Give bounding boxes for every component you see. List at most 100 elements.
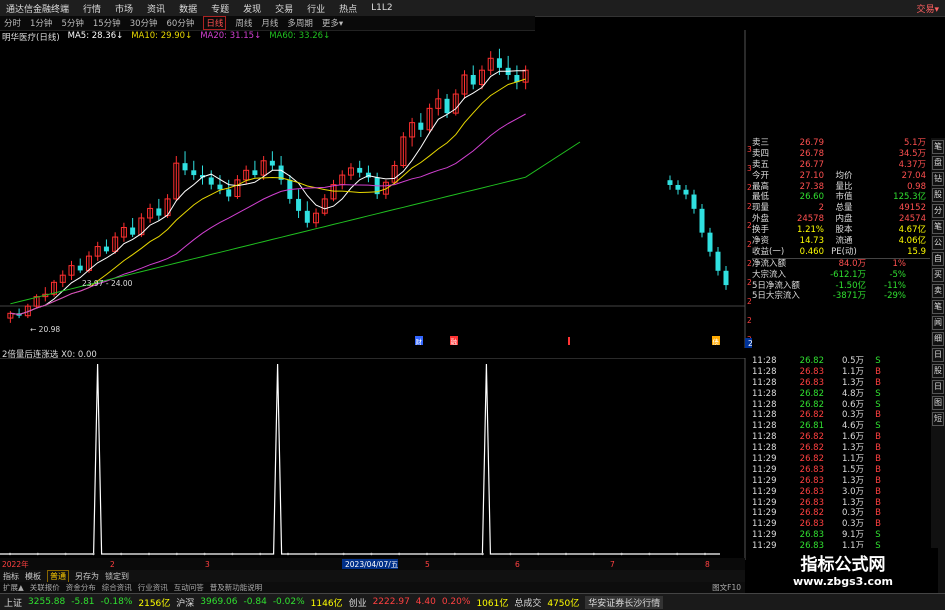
- extension-tab-4[interactable]: 行业资讯: [138, 582, 168, 593]
- extension-tab-7[interactable]: 图文F10: [712, 582, 741, 593]
- extension-tab-3[interactable]: 综合资讯: [102, 582, 132, 593]
- side-tab-7[interactable]: 自: [932, 252, 944, 266]
- timeframe-2[interactable]: 5分钟: [61, 17, 83, 29]
- timeframe-5[interactable]: 60分钟: [167, 17, 195, 29]
- timeframe-1[interactable]: 1分钟: [30, 17, 52, 29]
- tick-list[interactable]: 11:28 26.82 0.5万 S 11:28 26.83 1.1万 B 11:28 26.83…: [752, 356, 930, 574]
- side-tab-15[interactable]: 日: [932, 380, 944, 394]
- menu-item-11[interactable]: 交易▾: [916, 2, 939, 15]
- timeframe-6[interactable]: 日线: [203, 16, 227, 30]
- menu-item-7[interactable]: 交易: [275, 2, 293, 15]
- side-tab-2[interactable]: 钻: [932, 172, 944, 186]
- quote-key: 净流入额: [752, 258, 787, 269]
- quote-key2: [824, 160, 864, 171]
- tick-q: 0.5万: [841, 356, 864, 366]
- side-tab-9[interactable]: 卖: [932, 284, 944, 298]
- menu-item-4[interactable]: 数据: [179, 2, 197, 15]
- side-tab-1[interactable]: 盘: [932, 156, 944, 170]
- index-name[interactable]: 创业: [349, 596, 367, 609]
- quote-key2: 股本: [835, 225, 853, 236]
- tick-d: B: [875, 454, 881, 465]
- tick-q: 1.3万: [841, 443, 864, 454]
- timeframe-8[interactable]: 月线: [261, 17, 278, 29]
- index-name[interactable]: 上证: [4, 596, 22, 609]
- indicator-tab-2[interactable]: 普通: [47, 570, 69, 582]
- indicator-dot: [231, 552, 234, 556]
- indicator-dot: [286, 552, 290, 556]
- x-axis: 2022年 2 3 2023/04/07/五 5 6 7 8: [0, 558, 745, 570]
- candle-body: [699, 208, 705, 233]
- indicator-dot: [481, 552, 484, 556]
- side-tab-5[interactable]: 笔: [932, 220, 944, 234]
- tick-d: B: [875, 464, 881, 475]
- menu-item-0[interactable]: 通达信金融终端: [6, 2, 69, 15]
- timeframe-3[interactable]: 15分钟: [93, 17, 121, 29]
- side-tab-14[interactable]: 股: [932, 364, 944, 378]
- indicator-tab-0[interactable]: 指标: [3, 571, 19, 582]
- price-chart[interactable]: 31.0030.0029.0028.0027.0026.0025.0024.00…: [0, 30, 752, 348]
- tick-d: B: [875, 475, 881, 486]
- indicator-tab-1[interactable]: 模板: [25, 571, 41, 582]
- menu-item-5[interactable]: 专题: [211, 2, 229, 15]
- quote-row: 净流入额 84.0万 1%: [752, 257, 930, 270]
- menu-item-2[interactable]: 市场: [115, 2, 133, 15]
- tick-d: B: [875, 432, 881, 443]
- candle-body: [269, 160, 275, 166]
- indicator-chart[interactable]: 1.000.900.800.700.600.500.400.300.200.10…: [0, 358, 752, 560]
- side-tab-16[interactable]: 图: [932, 396, 944, 410]
- ma20-label: MA20: 31.15↓: [200, 31, 262, 41]
- timeframe-9[interactable]: 多周期: [287, 17, 313, 29]
- quote-value2: 49152: [898, 203, 926, 214]
- watermark: 指标公式网 www.zbgs3.com: [748, 548, 938, 593]
- timeframe-7[interactable]: 周线: [235, 17, 252, 29]
- side-tab-11[interactable]: 闻: [932, 316, 944, 330]
- tick-d: B: [875, 410, 881, 421]
- side-tab-0[interactable]: 笔: [932, 140, 944, 154]
- timeframe-10[interactable]: 更多▾: [322, 17, 343, 29]
- index-name[interactable]: 沪深: [176, 596, 194, 609]
- index-change: -0.84: [243, 597, 267, 607]
- timeframe-4[interactable]: 30分钟: [130, 17, 158, 29]
- menu-item-6[interactable]: 发现: [243, 2, 261, 15]
- menu-item-10[interactable]: L1L2: [371, 3, 392, 13]
- extension-tab-0[interactable]: 扩展▲: [3, 582, 24, 593]
- indicator-tab-4[interactable]: 锁定到: [105, 571, 129, 582]
- timeframe-0[interactable]: 分时: [4, 17, 21, 29]
- tick-d: B: [875, 377, 881, 388]
- side-tab-3[interactable]: 股: [932, 188, 944, 202]
- extension-tab-2[interactable]: 资金分布: [66, 582, 96, 593]
- top-menu-bar: 通达信金融终端 行情 市场 资讯 数据 专题 发现 交易 行业 热点 L1L2 交易▾: [0, 0, 945, 17]
- menu-item-9[interactable]: 热点: [339, 2, 357, 15]
- candle-body: [675, 184, 681, 190]
- index-change: -5.81: [71, 597, 95, 607]
- quote-value2: 4.06亿: [898, 236, 926, 247]
- tick-row: 11:28 26.82 1.6万 B: [752, 432, 930, 443]
- side-tab-6[interactable]: 公: [932, 236, 944, 250]
- side-tab-10[interactable]: 笔: [932, 300, 944, 314]
- candle-body: [418, 122, 424, 130]
- side-tab-8[interactable]: 买: [932, 268, 944, 282]
- quote-value: 26.77: [799, 159, 824, 170]
- range-label: 23.97 - 24.00: [82, 279, 133, 288]
- side-tab-17[interactable]: 短: [932, 412, 944, 426]
- tick-t: 11:29: [752, 464, 777, 475]
- indicator-dot: [703, 552, 707, 556]
- extension-tab-1[interactable]: 关联报价: [30, 582, 60, 593]
- indicator-tab-3[interactable]: 另存为: [75, 571, 99, 582]
- tick-row: 11:28 26.83 1.3万 B: [752, 378, 930, 389]
- quote-value2: 34.5万: [898, 148, 926, 159]
- event-marker: [568, 337, 570, 345]
- extension-tab-6[interactable]: 普及新功能说明: [210, 582, 263, 593]
- extension-tab-5[interactable]: 互动问答: [174, 582, 204, 593]
- index-name[interactable]: 总成交: [514, 596, 541, 609]
- menu-item-1[interactable]: 行情: [83, 2, 101, 15]
- side-tab-4[interactable]: 分: [932, 204, 944, 218]
- menu-item-3[interactable]: 资讯: [147, 2, 165, 15]
- menu-item-8[interactable]: 行业: [307, 2, 325, 15]
- x-axis-label: 3: [205, 560, 210, 569]
- side-tab-13[interactable]: 日: [932, 348, 944, 362]
- ma10-label: MA10: 29.90↓: [131, 31, 193, 41]
- quote-value: -612.1万: [830, 269, 866, 280]
- stock-name: 明华医疗(日线): [2, 33, 60, 43]
- side-tab-12[interactable]: 细: [932, 332, 944, 346]
